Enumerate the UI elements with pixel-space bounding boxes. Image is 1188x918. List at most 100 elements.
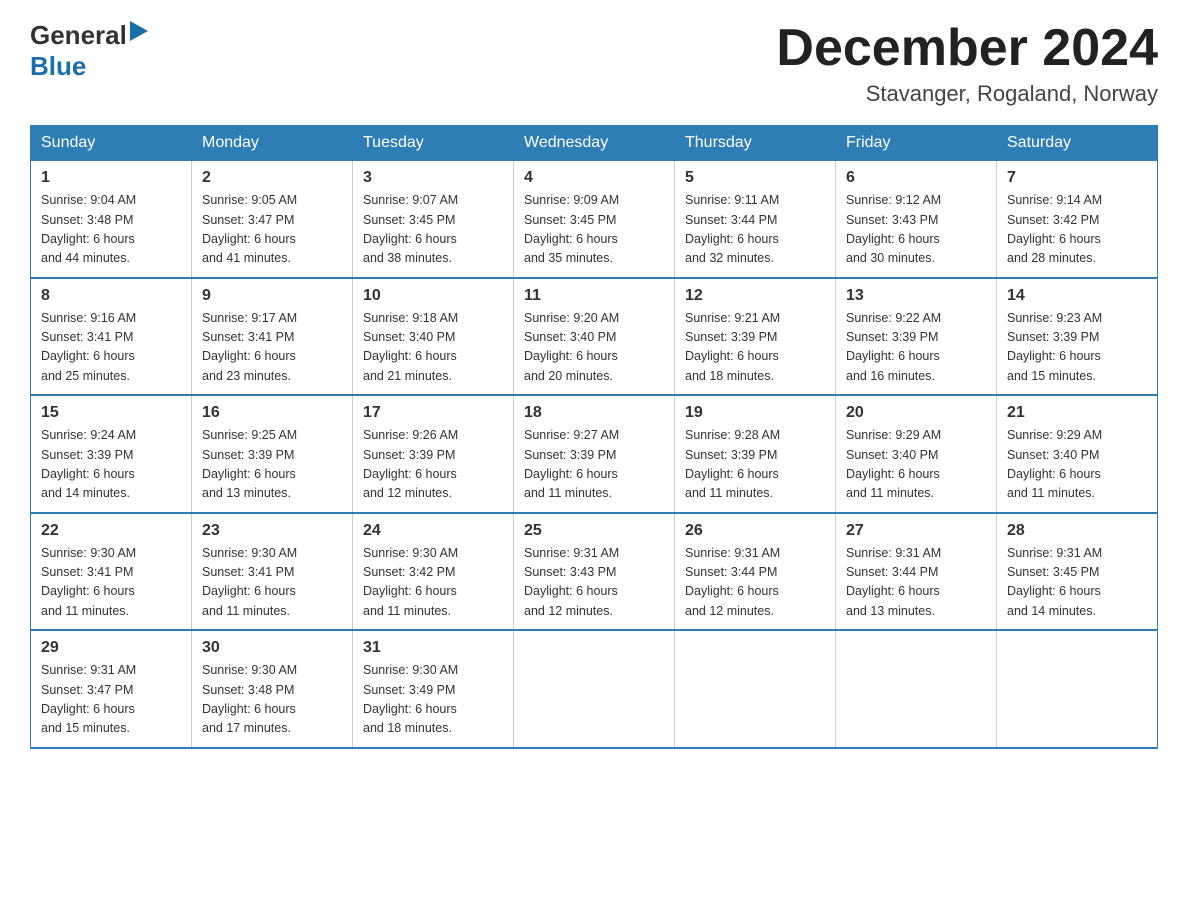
- day-info: Sunrise: 9:30 AMSunset: 3:49 PMDaylight:…: [363, 663, 458, 735]
- calendar-cell: 15 Sunrise: 9:24 AMSunset: 3:39 PMDaylig…: [31, 395, 192, 513]
- day-info: Sunrise: 9:11 AMSunset: 3:44 PMDaylight:…: [685, 193, 779, 265]
- day-info: Sunrise: 9:30 AMSunset: 3:41 PMDaylight:…: [202, 546, 297, 618]
- day-number: 13: [846, 287, 986, 305]
- day-info: Sunrise: 9:04 AMSunset: 3:48 PMDaylight:…: [41, 193, 136, 265]
- calendar-cell: 14 Sunrise: 9:23 AMSunset: 3:39 PMDaylig…: [997, 278, 1158, 396]
- calendar-cell: 3 Sunrise: 9:07 AMSunset: 3:45 PMDayligh…: [353, 161, 514, 278]
- day-info: Sunrise: 9:17 AMSunset: 3:41 PMDaylight:…: [202, 311, 297, 383]
- day-number: 6: [846, 169, 986, 187]
- day-info: Sunrise: 9:25 AMSunset: 3:39 PMDaylight:…: [202, 428, 297, 500]
- day-info: Sunrise: 9:31 AMSunset: 3:44 PMDaylight:…: [685, 546, 780, 618]
- calendar-cell: 27 Sunrise: 9:31 AMSunset: 3:44 PMDaylig…: [836, 513, 997, 631]
- week-row-2: 8 Sunrise: 9:16 AMSunset: 3:41 PMDayligh…: [31, 278, 1158, 396]
- day-number: 12: [685, 287, 825, 305]
- day-info: Sunrise: 9:05 AMSunset: 3:47 PMDaylight:…: [202, 193, 297, 265]
- week-row-4: 22 Sunrise: 9:30 AMSunset: 3:41 PMDaylig…: [31, 513, 1158, 631]
- calendar-cell: 19 Sunrise: 9:28 AMSunset: 3:39 PMDaylig…: [675, 395, 836, 513]
- day-number: 20: [846, 404, 986, 422]
- day-number: 15: [41, 404, 181, 422]
- logo: General Blue: [30, 20, 148, 82]
- day-header-tuesday: Tuesday: [353, 126, 514, 161]
- days-header-row: SundayMondayTuesdayWednesdayThursdayFrid…: [31, 126, 1158, 161]
- day-info: Sunrise: 9:18 AMSunset: 3:40 PMDaylight:…: [363, 311, 458, 383]
- calendar-cell: 2 Sunrise: 9:05 AMSunset: 3:47 PMDayligh…: [192, 161, 353, 278]
- calendar-cell: 23 Sunrise: 9:30 AMSunset: 3:41 PMDaylig…: [192, 513, 353, 631]
- calendar-cell: 25 Sunrise: 9:31 AMSunset: 3:43 PMDaylig…: [514, 513, 675, 631]
- calendar-cell: 8 Sunrise: 9:16 AMSunset: 3:41 PMDayligh…: [31, 278, 192, 396]
- day-number: 5: [685, 169, 825, 187]
- day-info: Sunrise: 9:24 AMSunset: 3:39 PMDaylight:…: [41, 428, 136, 500]
- day-info: Sunrise: 9:29 AMSunset: 3:40 PMDaylight:…: [846, 428, 941, 500]
- calendar-cell: [997, 630, 1158, 748]
- calendar-cell: [836, 630, 997, 748]
- day-number: 18: [524, 404, 664, 422]
- day-number: 17: [363, 404, 503, 422]
- calendar-cell: 11 Sunrise: 9:20 AMSunset: 3:40 PMDaylig…: [514, 278, 675, 396]
- calendar-cell: 10 Sunrise: 9:18 AMSunset: 3:40 PMDaylig…: [353, 278, 514, 396]
- day-header-friday: Friday: [836, 126, 997, 161]
- calendar-cell: 24 Sunrise: 9:30 AMSunset: 3:42 PMDaylig…: [353, 513, 514, 631]
- day-number: 19: [685, 404, 825, 422]
- day-info: Sunrise: 9:14 AMSunset: 3:42 PMDaylight:…: [1007, 193, 1102, 265]
- calendar-table: SundayMondayTuesdayWednesdayThursdayFrid…: [30, 125, 1158, 749]
- day-info: Sunrise: 9:23 AMSunset: 3:39 PMDaylight:…: [1007, 311, 1102, 383]
- day-number: 22: [41, 522, 181, 540]
- calendar-cell: 18 Sunrise: 9:27 AMSunset: 3:39 PMDaylig…: [514, 395, 675, 513]
- day-number: 31: [363, 639, 503, 657]
- calendar-cell: 9 Sunrise: 9:17 AMSunset: 3:41 PMDayligh…: [192, 278, 353, 396]
- week-row-5: 29 Sunrise: 9:31 AMSunset: 3:47 PMDaylig…: [31, 630, 1158, 748]
- day-number: 10: [363, 287, 503, 305]
- calendar-cell: 17 Sunrise: 9:26 AMSunset: 3:39 PMDaylig…: [353, 395, 514, 513]
- day-number: 8: [41, 287, 181, 305]
- calendar-cell: 13 Sunrise: 9:22 AMSunset: 3:39 PMDaylig…: [836, 278, 997, 396]
- day-info: Sunrise: 9:20 AMSunset: 3:40 PMDaylight:…: [524, 311, 619, 383]
- calendar-cell: 29 Sunrise: 9:31 AMSunset: 3:47 PMDaylig…: [31, 630, 192, 748]
- day-info: Sunrise: 9:30 AMSunset: 3:48 PMDaylight:…: [202, 663, 297, 735]
- day-header-monday: Monday: [192, 126, 353, 161]
- calendar-cell: 30 Sunrise: 9:30 AMSunset: 3:48 PMDaylig…: [192, 630, 353, 748]
- week-row-3: 15 Sunrise: 9:24 AMSunset: 3:39 PMDaylig…: [31, 395, 1158, 513]
- calendar-cell: 12 Sunrise: 9:21 AMSunset: 3:39 PMDaylig…: [675, 278, 836, 396]
- day-number: 25: [524, 522, 664, 540]
- day-number: 11: [524, 287, 664, 305]
- calendar-cell: 22 Sunrise: 9:30 AMSunset: 3:41 PMDaylig…: [31, 513, 192, 631]
- day-info: Sunrise: 9:16 AMSunset: 3:41 PMDaylight:…: [41, 311, 136, 383]
- calendar-cell: 4 Sunrise: 9:09 AMSunset: 3:45 PMDayligh…: [514, 161, 675, 278]
- title-block: December 2024 Stavanger, Rogaland, Norwa…: [776, 20, 1158, 107]
- day-info: Sunrise: 9:30 AMSunset: 3:41 PMDaylight:…: [41, 546, 136, 618]
- day-number: 27: [846, 522, 986, 540]
- day-number: 26: [685, 522, 825, 540]
- day-info: Sunrise: 9:31 AMSunset: 3:47 PMDaylight:…: [41, 663, 136, 735]
- calendar-cell: 21 Sunrise: 9:29 AMSunset: 3:40 PMDaylig…: [997, 395, 1158, 513]
- calendar-cell: 7 Sunrise: 9:14 AMSunset: 3:42 PMDayligh…: [997, 161, 1158, 278]
- calendar-cell: 26 Sunrise: 9:31 AMSunset: 3:44 PMDaylig…: [675, 513, 836, 631]
- day-number: 24: [363, 522, 503, 540]
- day-info: Sunrise: 9:28 AMSunset: 3:39 PMDaylight:…: [685, 428, 780, 500]
- day-number: 21: [1007, 404, 1147, 422]
- day-number: 16: [202, 404, 342, 422]
- day-info: Sunrise: 9:26 AMSunset: 3:39 PMDaylight:…: [363, 428, 458, 500]
- day-number: 23: [202, 522, 342, 540]
- week-row-1: 1 Sunrise: 9:04 AMSunset: 3:48 PMDayligh…: [31, 161, 1158, 278]
- day-info: Sunrise: 9:31 AMSunset: 3:43 PMDaylight:…: [524, 546, 619, 618]
- calendar-cell: [675, 630, 836, 748]
- day-header-thursday: Thursday: [675, 126, 836, 161]
- day-number: 29: [41, 639, 181, 657]
- day-info: Sunrise: 9:07 AMSunset: 3:45 PMDaylight:…: [363, 193, 458, 265]
- day-info: Sunrise: 9:22 AMSunset: 3:39 PMDaylight:…: [846, 311, 941, 383]
- calendar-cell: 28 Sunrise: 9:31 AMSunset: 3:45 PMDaylig…: [997, 513, 1158, 631]
- day-number: 30: [202, 639, 342, 657]
- day-number: 9: [202, 287, 342, 305]
- day-number: 7: [1007, 169, 1147, 187]
- day-number: 2: [202, 169, 342, 187]
- day-number: 1: [41, 169, 181, 187]
- day-info: Sunrise: 9:29 AMSunset: 3:40 PMDaylight:…: [1007, 428, 1102, 500]
- logo-general-text: General: [30, 20, 127, 51]
- page-header: General Blue December 2024 Stavanger, Ro…: [30, 20, 1158, 107]
- day-info: Sunrise: 9:30 AMSunset: 3:42 PMDaylight:…: [363, 546, 458, 618]
- day-number: 3: [363, 169, 503, 187]
- day-info: Sunrise: 9:27 AMSunset: 3:39 PMDaylight:…: [524, 428, 619, 500]
- day-header-wednesday: Wednesday: [514, 126, 675, 161]
- calendar-cell: 16 Sunrise: 9:25 AMSunset: 3:39 PMDaylig…: [192, 395, 353, 513]
- day-number: 14: [1007, 287, 1147, 305]
